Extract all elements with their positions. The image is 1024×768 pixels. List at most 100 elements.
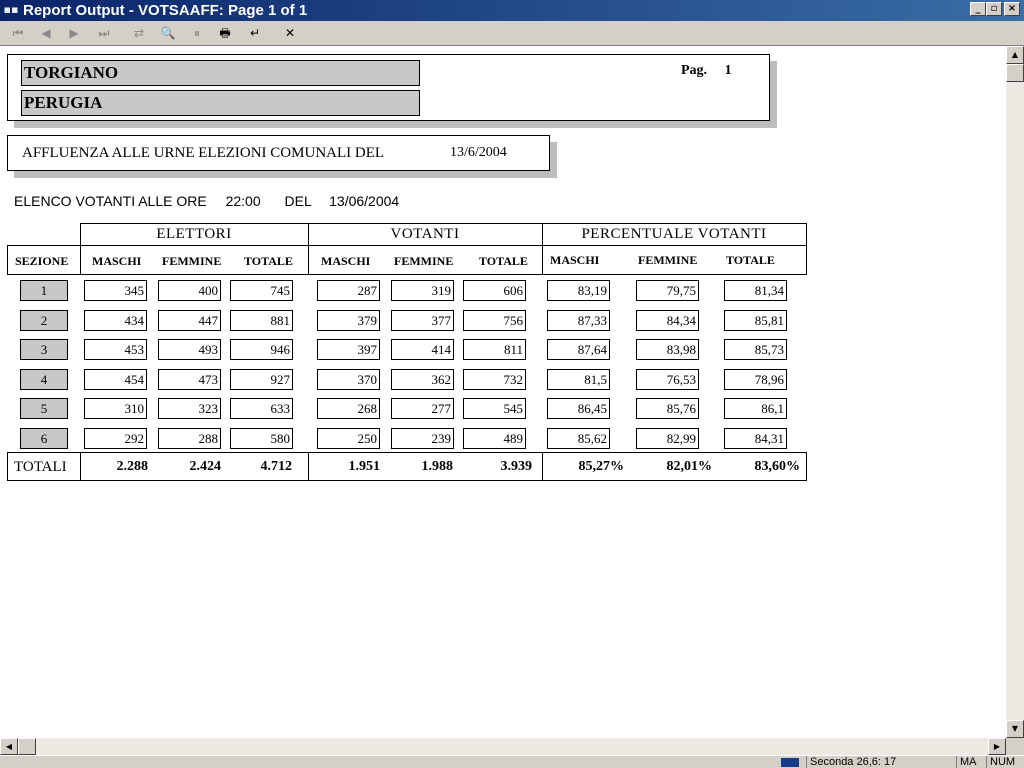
elenco-label: ELENCO VOTANTI ALLE ORE	[14, 193, 207, 209]
cell-votanti-totale: 811	[463, 339, 526, 360]
cell-elettori-maschi: 454	[84, 369, 147, 390]
cell-votanti-femmine: 377	[391, 310, 454, 331]
scroll-down-icon[interactable]: ▼	[1006, 720, 1024, 738]
cell-perc-maschi: 86,45	[547, 398, 610, 419]
minimize-button[interactable]: _	[970, 2, 986, 16]
cell-perc-femmine: 82,99	[636, 428, 699, 449]
prev-page-icon[interactable]: ◀	[36, 24, 56, 42]
group-percentuale: PERCENTUALE VOTANTI	[581, 226, 767, 242]
app-icon[interactable]: ▪▪	[3, 3, 19, 17]
horizontal-scrollbar[interactable]: ◀ ▶	[0, 738, 1006, 755]
cell-elettori-totale: 946	[230, 339, 293, 360]
sezione-cell: 1	[20, 280, 68, 301]
sezione-cell: 2	[20, 310, 68, 331]
cell-votanti-totale: 732	[463, 369, 526, 390]
elenco-del: DEL	[284, 193, 312, 209]
header-box: TORGIANO PERUGIA Pag. 1	[7, 54, 770, 121]
cell-votanti-totale: 545	[463, 398, 526, 419]
cell-elettori-totale: 633	[230, 398, 293, 419]
cell-votanti-maschi: 397	[317, 339, 380, 360]
cell-perc-totale: 81,34	[724, 280, 787, 301]
cell-perc-maschi: 83,19	[547, 280, 610, 301]
print-icon[interactable]: 🖶	[215, 24, 235, 42]
elenco-line: ELENCO VOTANTI ALLE ORE 22:00 DEL 13/06/…	[14, 193, 399, 209]
page-indicator: Pag. 1	[681, 63, 732, 79]
sezione-cell: 3	[20, 339, 68, 360]
cell-votanti-totale: 606	[463, 280, 526, 301]
horizontal-scroll-thumb[interactable]	[18, 738, 36, 755]
vertical-scrollbar[interactable]: ▲ ▼	[1006, 46, 1024, 738]
window-title: Report Output - VOTSAAFF: Page 1 of 1	[23, 2, 308, 19]
page-label: Pag.	[681, 63, 708, 78]
status-bar: Seconda 26,6: 17 MA NUM	[0, 755, 1024, 768]
cell-perc-femmine: 85,76	[636, 398, 699, 419]
cell-elettori-totale: 580	[230, 428, 293, 449]
total-perc-totale: 83,60%	[754, 459, 801, 474]
status-num: NUM	[986, 756, 1024, 768]
zoom-icon[interactable]: 🔍	[158, 24, 178, 42]
col-votanti-femmine: FEMMINE	[394, 254, 454, 268]
cell-votanti-maschi: 250	[317, 428, 380, 449]
total-perc-femmine: 82,01%	[666, 459, 713, 474]
sezione-cell: 4	[20, 369, 68, 390]
cell-perc-totale: 85,81	[724, 310, 787, 331]
col-perc-maschi: MASCHI	[550, 253, 600, 267]
cell-elettori-femmine: 493	[158, 339, 221, 360]
col-elettori-maschi: MASCHI	[92, 254, 142, 268]
col-elettori-femmine: FEMMINE	[162, 254, 222, 268]
scroll-left-icon[interactable]: ◀	[0, 738, 18, 755]
close-icon[interactable]: ✕	[280, 24, 300, 42]
cell-elettori-femmine: 400	[158, 280, 221, 301]
cell-elettori-femmine: 447	[158, 310, 221, 331]
last-page-icon[interactable]: ⏭	[94, 24, 114, 42]
col-perc-femmine: FEMMINE	[638, 253, 698, 267]
cell-votanti-femmine: 277	[391, 398, 454, 419]
close-window-button[interactable]: ×	[1004, 2, 1020, 16]
cell-elettori-femmine: 288	[158, 428, 221, 449]
col-votanti-totale: TOTALE	[479, 254, 528, 268]
total-votanti-maschi: 1.951	[348, 459, 381, 474]
total-elettori-femmine: 2.424	[189, 459, 222, 474]
col-elettori-totale: TOTALE	[244, 254, 293, 268]
next-page-icon[interactable]: ▶	[64, 24, 84, 42]
cell-elettori-femmine: 323	[158, 398, 221, 419]
cell-elettori-maschi: 434	[84, 310, 147, 331]
cell-elettori-femmine: 473	[158, 369, 221, 390]
flag-icon	[778, 756, 806, 768]
cell-perc-maschi: 85,62	[547, 428, 610, 449]
cell-perc-maschi: 81,5	[547, 369, 610, 390]
cell-perc-totale: 86,1	[724, 398, 787, 419]
maximize-button[interactable]: ▫	[986, 2, 1002, 16]
scroll-up-icon[interactable]: ▲	[1006, 46, 1024, 64]
cell-elettori-maschi: 453	[84, 339, 147, 360]
title-bar: ▪▪ Report Output - VOTSAAFF: Page 1 of 1…	[0, 0, 1024, 21]
report-subtitle: AFFLUENZA ALLE URNE ELEZIONI COMUNALI DE…	[7, 135, 550, 171]
cell-votanti-femmine: 319	[391, 280, 454, 301]
cell-perc-femmine: 79,75	[636, 280, 699, 301]
vertical-scroll-thumb[interactable]	[1006, 64, 1024, 82]
return-icon[interactable]: ↵	[245, 24, 265, 42]
page-number: 1	[724, 63, 732, 78]
goto-page-icon[interactable]: ⇄	[129, 24, 149, 42]
cell-elettori-maschi: 345	[84, 280, 147, 301]
elenco-time: 22:00	[225, 193, 261, 209]
toolbar: ⏮ ◀ ▶ ⏭ ⇄ 🔍 ⏸ 🖶 ↵ ✕	[0, 21, 1024, 46]
pause-icon[interactable]: ⏸	[187, 24, 207, 42]
status-time: Seconda 26,6: 17	[806, 756, 952, 768]
sezione-cell: 5	[20, 398, 68, 419]
cell-votanti-femmine: 414	[391, 339, 454, 360]
cell-elettori-totale: 745	[230, 280, 293, 301]
totals-label: TOTALI	[14, 459, 67, 475]
total-votanti-totale: 3.939	[500, 459, 533, 474]
cell-votanti-maschi: 370	[317, 369, 380, 390]
first-page-icon[interactable]: ⏮	[8, 24, 28, 42]
scroll-right-icon[interactable]: ▶	[988, 738, 1006, 755]
total-elettori-totale: 4.712	[260, 459, 293, 474]
cell-votanti-totale: 489	[463, 428, 526, 449]
cell-perc-femmine: 84,34	[636, 310, 699, 331]
elenco-date: 13/06/2004	[329, 193, 400, 209]
cell-perc-maschi: 87,64	[547, 339, 610, 360]
status-ma: MA	[956, 756, 982, 768]
size-grip	[1006, 738, 1024, 755]
col-sezione: SEZIONE	[15, 254, 69, 268]
